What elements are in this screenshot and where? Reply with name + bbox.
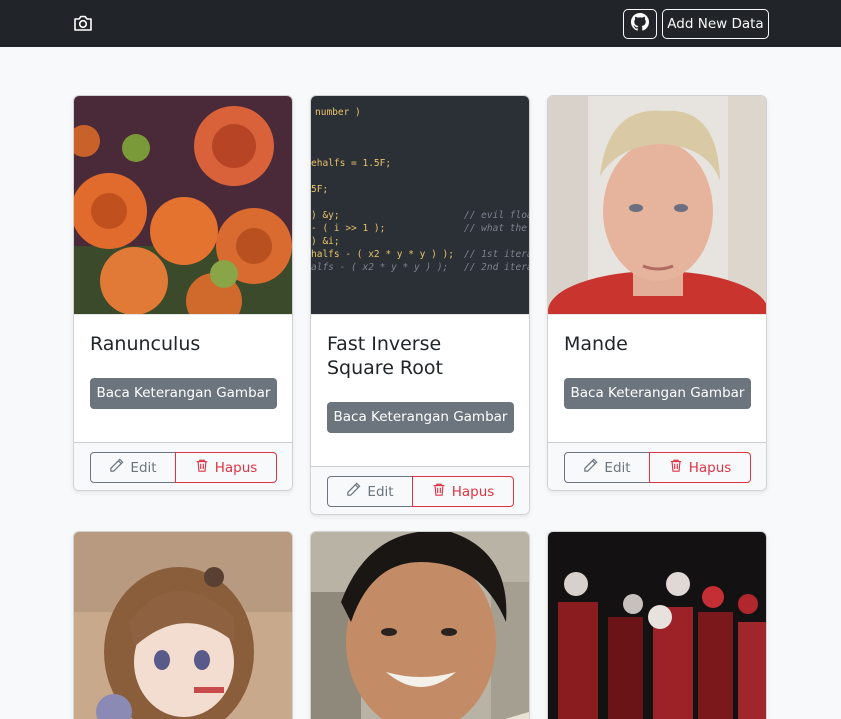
card-footer: Edit Hapus [74,442,292,490]
card-title: Ranunculus [90,333,201,355]
card-image-smiling-man [311,532,529,719]
photo-card [547,531,767,719]
code-comment: // 2nd itera [464,262,529,273]
code-line: halfs - ( x2 * y * y ) ); [311,249,454,260]
github-icon [631,13,649,35]
code-line: ehalfs = 1.5F; [311,158,391,169]
delete-label: Hapus [214,459,258,476]
edit-button[interactable]: Edit [90,452,176,483]
code-comment: // evil floa [464,210,529,221]
github-button[interactable] [623,9,657,39]
code-line: number ) [315,107,361,118]
card-image-code: number ) ehalfs = 1.5F; 5F; ) &y; - ( i … [311,96,529,315]
trash-icon [669,458,683,477]
code-line: ) &i; [311,236,340,247]
pencil-icon [109,458,124,477]
pencil-icon [346,482,361,501]
trash-icon [195,458,209,477]
delete-label: Hapus [451,483,495,500]
action-group: Edit Hapus [90,452,278,483]
photo-card: Ranunculus Baca Keterangan Gambar Edit H… [73,95,293,491]
card-image-band [548,532,766,719]
card-image-ranunculus [74,96,292,315]
code-line: 5F; [311,184,328,195]
code-line: ) &y; [311,210,340,221]
card-image-mande [548,96,766,315]
code-line: - ( i >> 1 ); [311,223,385,234]
code-comment: // 1st itera [464,249,529,260]
edit-button[interactable]: Edit [564,452,650,483]
edit-label: Edit [367,483,394,500]
delete-button[interactable]: Hapus [649,452,751,483]
photo-card: number ) ehalfs = 1.5F; 5F; ) &y; - ( i … [310,95,530,515]
card-footer: Edit Hapus [548,442,766,490]
code-comment: // what the [464,223,527,234]
read-description-button[interactable]: Baca Keterangan Gambar [564,378,751,409]
card-footer: Edit Hapus [311,466,529,514]
action-group: Edit Hapus [327,476,515,507]
delete-button[interactable]: Hapus [412,476,514,507]
camera-icon[interactable] [73,14,93,32]
read-description-button[interactable]: Baca Keterangan Gambar [90,378,277,409]
code-line: alfs - ( x2 * y * y ) ); [311,262,448,273]
delete-label: Hapus [688,459,732,476]
card-image-anime [74,532,292,719]
delete-button[interactable]: Hapus [175,452,277,483]
photo-card [310,531,530,719]
photo-card: Mande Baca Keterangan Gambar Edit Hapus [547,95,767,491]
card-title: Mande [564,333,628,355]
card-title: Fast Inverse Square Root [327,333,443,379]
edit-label: Edit [604,459,631,476]
read-description-button[interactable]: Baca Keterangan Gambar [327,402,514,433]
edit-label: Edit [130,459,157,476]
edit-button[interactable]: Edit [327,476,413,507]
action-group: Edit Hapus [564,452,752,483]
add-new-data-button[interactable]: Add New Data [662,9,769,39]
photo-card [73,531,293,719]
trash-icon [432,482,446,501]
pencil-icon [583,458,598,477]
navbar: Add New Data [0,0,841,47]
